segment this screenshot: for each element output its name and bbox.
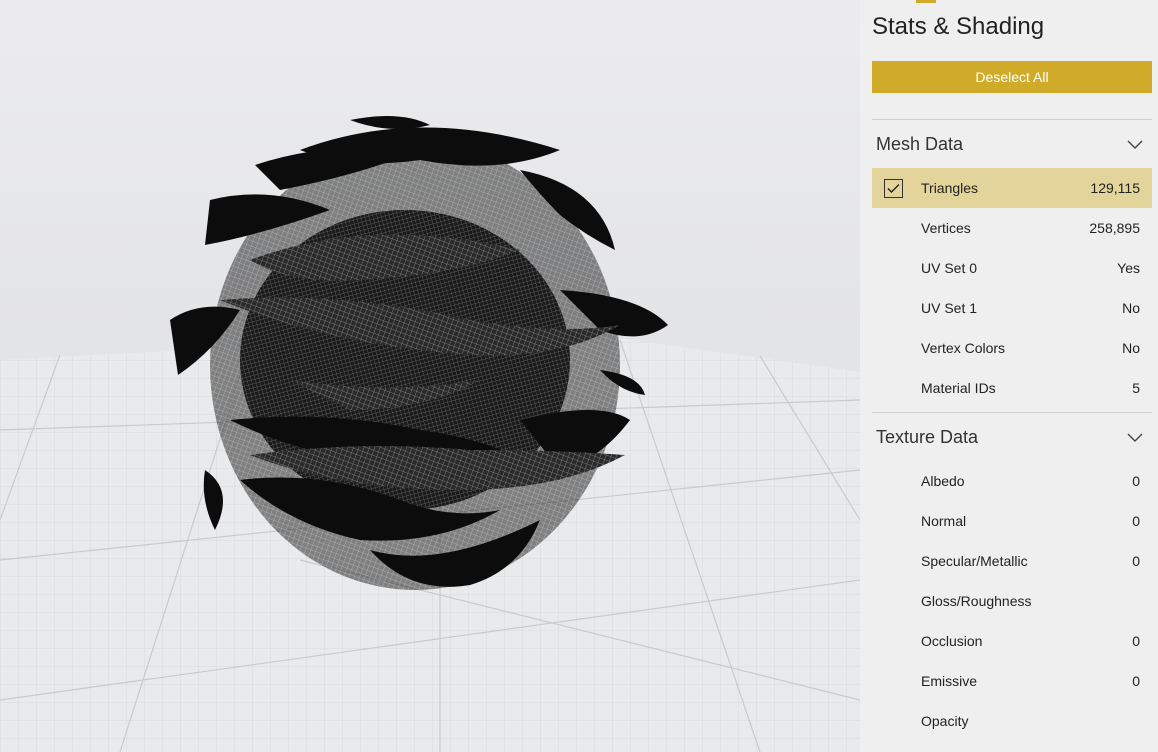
row-value: 129,115 (1090, 180, 1140, 196)
row-value: 0 (1132, 473, 1140, 489)
row-label: Normal (921, 513, 967, 529)
row-value: No (1122, 340, 1140, 356)
row-value: 0 (1132, 673, 1140, 689)
mesh-data-list: Triangles 129,115 Vertices 258,895 UV Se… (872, 168, 1152, 408)
mesh-row-vertex-colors[interactable]: Vertex Colors No (872, 328, 1152, 368)
mesh-row-vertices[interactable]: Vertices 258,895 (872, 208, 1152, 248)
row-label: Occlusion (921, 633, 983, 649)
deselect-all-button[interactable]: Deselect All (872, 61, 1152, 93)
chevron-down-icon[interactable] (1126, 135, 1144, 153)
checkmark-icon (887, 183, 900, 193)
stats-shading-panel: Stats & Shading Deselect All Mesh Data T… (860, 0, 1158, 752)
row-value: 258,895 (1089, 220, 1140, 236)
texture-data-title: Texture Data (876, 426, 979, 447)
mesh-data-header[interactable]: Mesh Data (872, 120, 1152, 168)
row-value: 0 (1132, 553, 1140, 569)
row-label: Vertex Colors (921, 340, 1006, 356)
mesh-row-material-ids[interactable]: Material IDs 5 (872, 368, 1152, 408)
row-label: UV Set 0 (921, 260, 978, 276)
mesh-row-uv-set-0[interactable]: UV Set 0 Yes (872, 248, 1152, 288)
row-label: Opacity (921, 713, 969, 729)
row-value: Yes (1117, 260, 1140, 276)
row-label: UV Set 1 (921, 300, 978, 316)
row-label: Emissive (921, 673, 978, 689)
3d-viewport[interactable] (0, 0, 860, 752)
panel-title: Stats & Shading (872, 13, 1045, 40)
row-label: Vertices (921, 220, 971, 236)
row-value: 0 (1132, 513, 1140, 529)
row-label: Gloss/Roughness (921, 593, 1032, 609)
row-value: 0 (1132, 633, 1140, 649)
triangles-checkbox[interactable] (884, 178, 903, 198)
texture-data-list: Albedo 0 Normal 0 Specular/Metallic 0 Gl… (872, 461, 1152, 741)
app-window: Stats & Shading Deselect All Mesh Data T… (0, 0, 1158, 752)
mesh-data-title: Mesh Data (876, 133, 964, 154)
texture-data-header[interactable]: Texture Data (872, 413, 1152, 461)
texture-row-gloss-roughness[interactable]: Gloss/Roughness (872, 581, 1152, 621)
mesh-row-uv-set-1[interactable]: UV Set 1 No (872, 288, 1152, 328)
chevron-down-icon[interactable] (1126, 428, 1144, 446)
row-value: 5 (1132, 380, 1140, 396)
texture-row-occlusion[interactable]: Occlusion 0 (872, 621, 1152, 661)
row-label: Albedo (921, 473, 965, 489)
texture-row-albedo[interactable]: Albedo 0 (872, 461, 1152, 501)
texture-row-emissive[interactable]: Emissive 0 (872, 661, 1152, 701)
texture-row-specular-metallic[interactable]: Specular/Metallic 0 (872, 541, 1152, 581)
mesh-row-triangles[interactable]: Triangles 129,115 (872, 168, 1152, 208)
row-label: Triangles (921, 180, 979, 196)
row-label: Material IDs (921, 380, 996, 396)
texture-row-opacity[interactable]: Opacity (872, 701, 1152, 741)
row-value: No (1122, 300, 1140, 316)
panel-tab-indicator (916, 0, 936, 3)
viewport-scene (0, 116, 860, 752)
texture-row-normal[interactable]: Normal 0 (872, 501, 1152, 541)
row-label: Specular/Metallic (921, 553, 1028, 569)
